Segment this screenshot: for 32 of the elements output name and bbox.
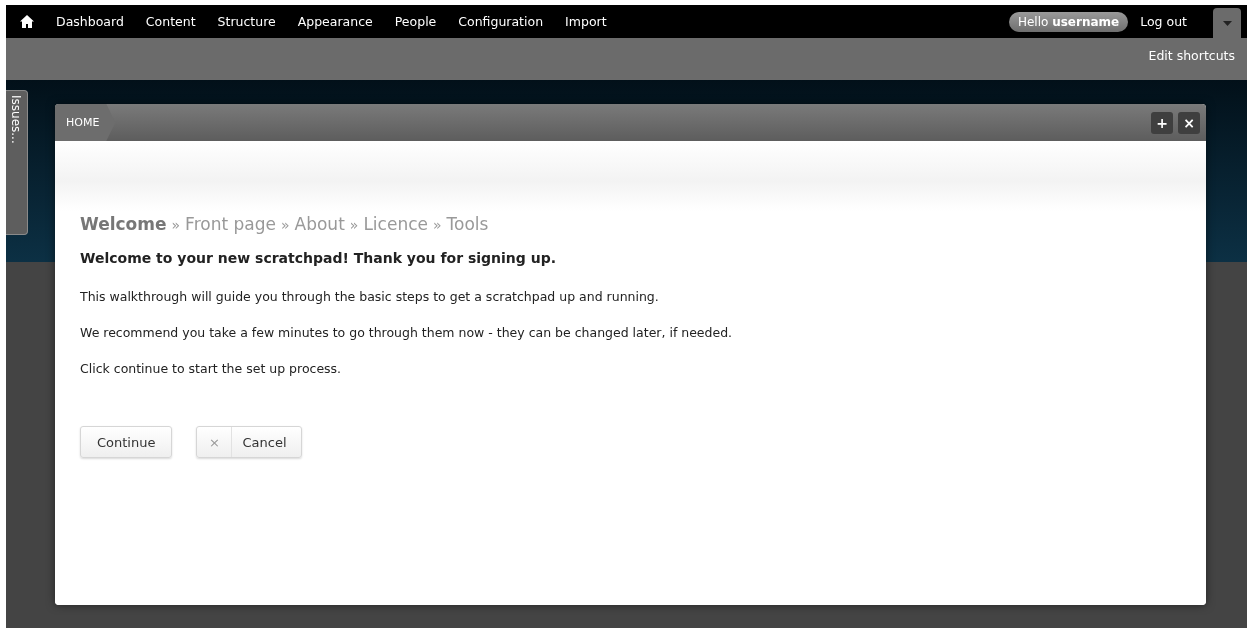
paragraph: Click continue to start the set up process.: [80, 361, 343, 376]
step-separator: »: [433, 217, 442, 233]
wizard-step: Tools: [446, 214, 489, 234]
wizard-step: Licence: [363, 214, 428, 234]
wizard-step: About: [294, 214, 345, 234]
edit-shortcuts-link[interactable]: Edit shortcuts: [1148, 48, 1235, 63]
caret-icon: [1222, 20, 1232, 26]
step-separator: »: [349, 217, 359, 233]
greeting-badge: Hello username: [1008, 11, 1129, 32]
continue-button[interactable]: Continue: [80, 426, 173, 458]
close-button[interactable]: ×: [1178, 111, 1200, 134]
menu-link[interactable]: Import: [565, 14, 607, 29]
wizard-step: Welcome: [80, 214, 167, 234]
menu-link[interactable]: Dashboard: [56, 14, 124, 29]
menu-link[interactable]: Structure: [217, 14, 276, 29]
cancel-button[interactable]: × Cancel: [196, 426, 302, 458]
menu-link[interactable]: Configuration: [458, 14, 544, 29]
step-separator: »: [171, 217, 181, 233]
paragraph: We recommend you take a few minutes to go through them now - they can be changed later, if needed.: [80, 325, 734, 340]
dropdown-button[interactable]: [1213, 8, 1241, 38]
paragraph: This walkthrough will guide you through the basic steps to get a scratchpad up and running.: [80, 289, 660, 304]
logout-link[interactable]: Log out: [1140, 14, 1187, 29]
breadcrumb-link[interactable]: HOME: [55, 104, 116, 141]
issues-tab[interactable]: Issues...: [6, 90, 28, 235]
wizard-step: Front page: [185, 214, 276, 234]
welcome-heading: Welcome to your new scratchpad! Thank you for signing up.: [80, 250, 558, 266]
home-icon[interactable]: [20, 15, 34, 28]
add-button[interactable]: +: [1151, 111, 1173, 134]
menu-link[interactable]: Content: [145, 14, 196, 29]
menu-link[interactable]: Appearance: [297, 14, 373, 29]
step-separator: »: [280, 217, 290, 233]
menu-link[interactable]: People: [394, 14, 437, 29]
